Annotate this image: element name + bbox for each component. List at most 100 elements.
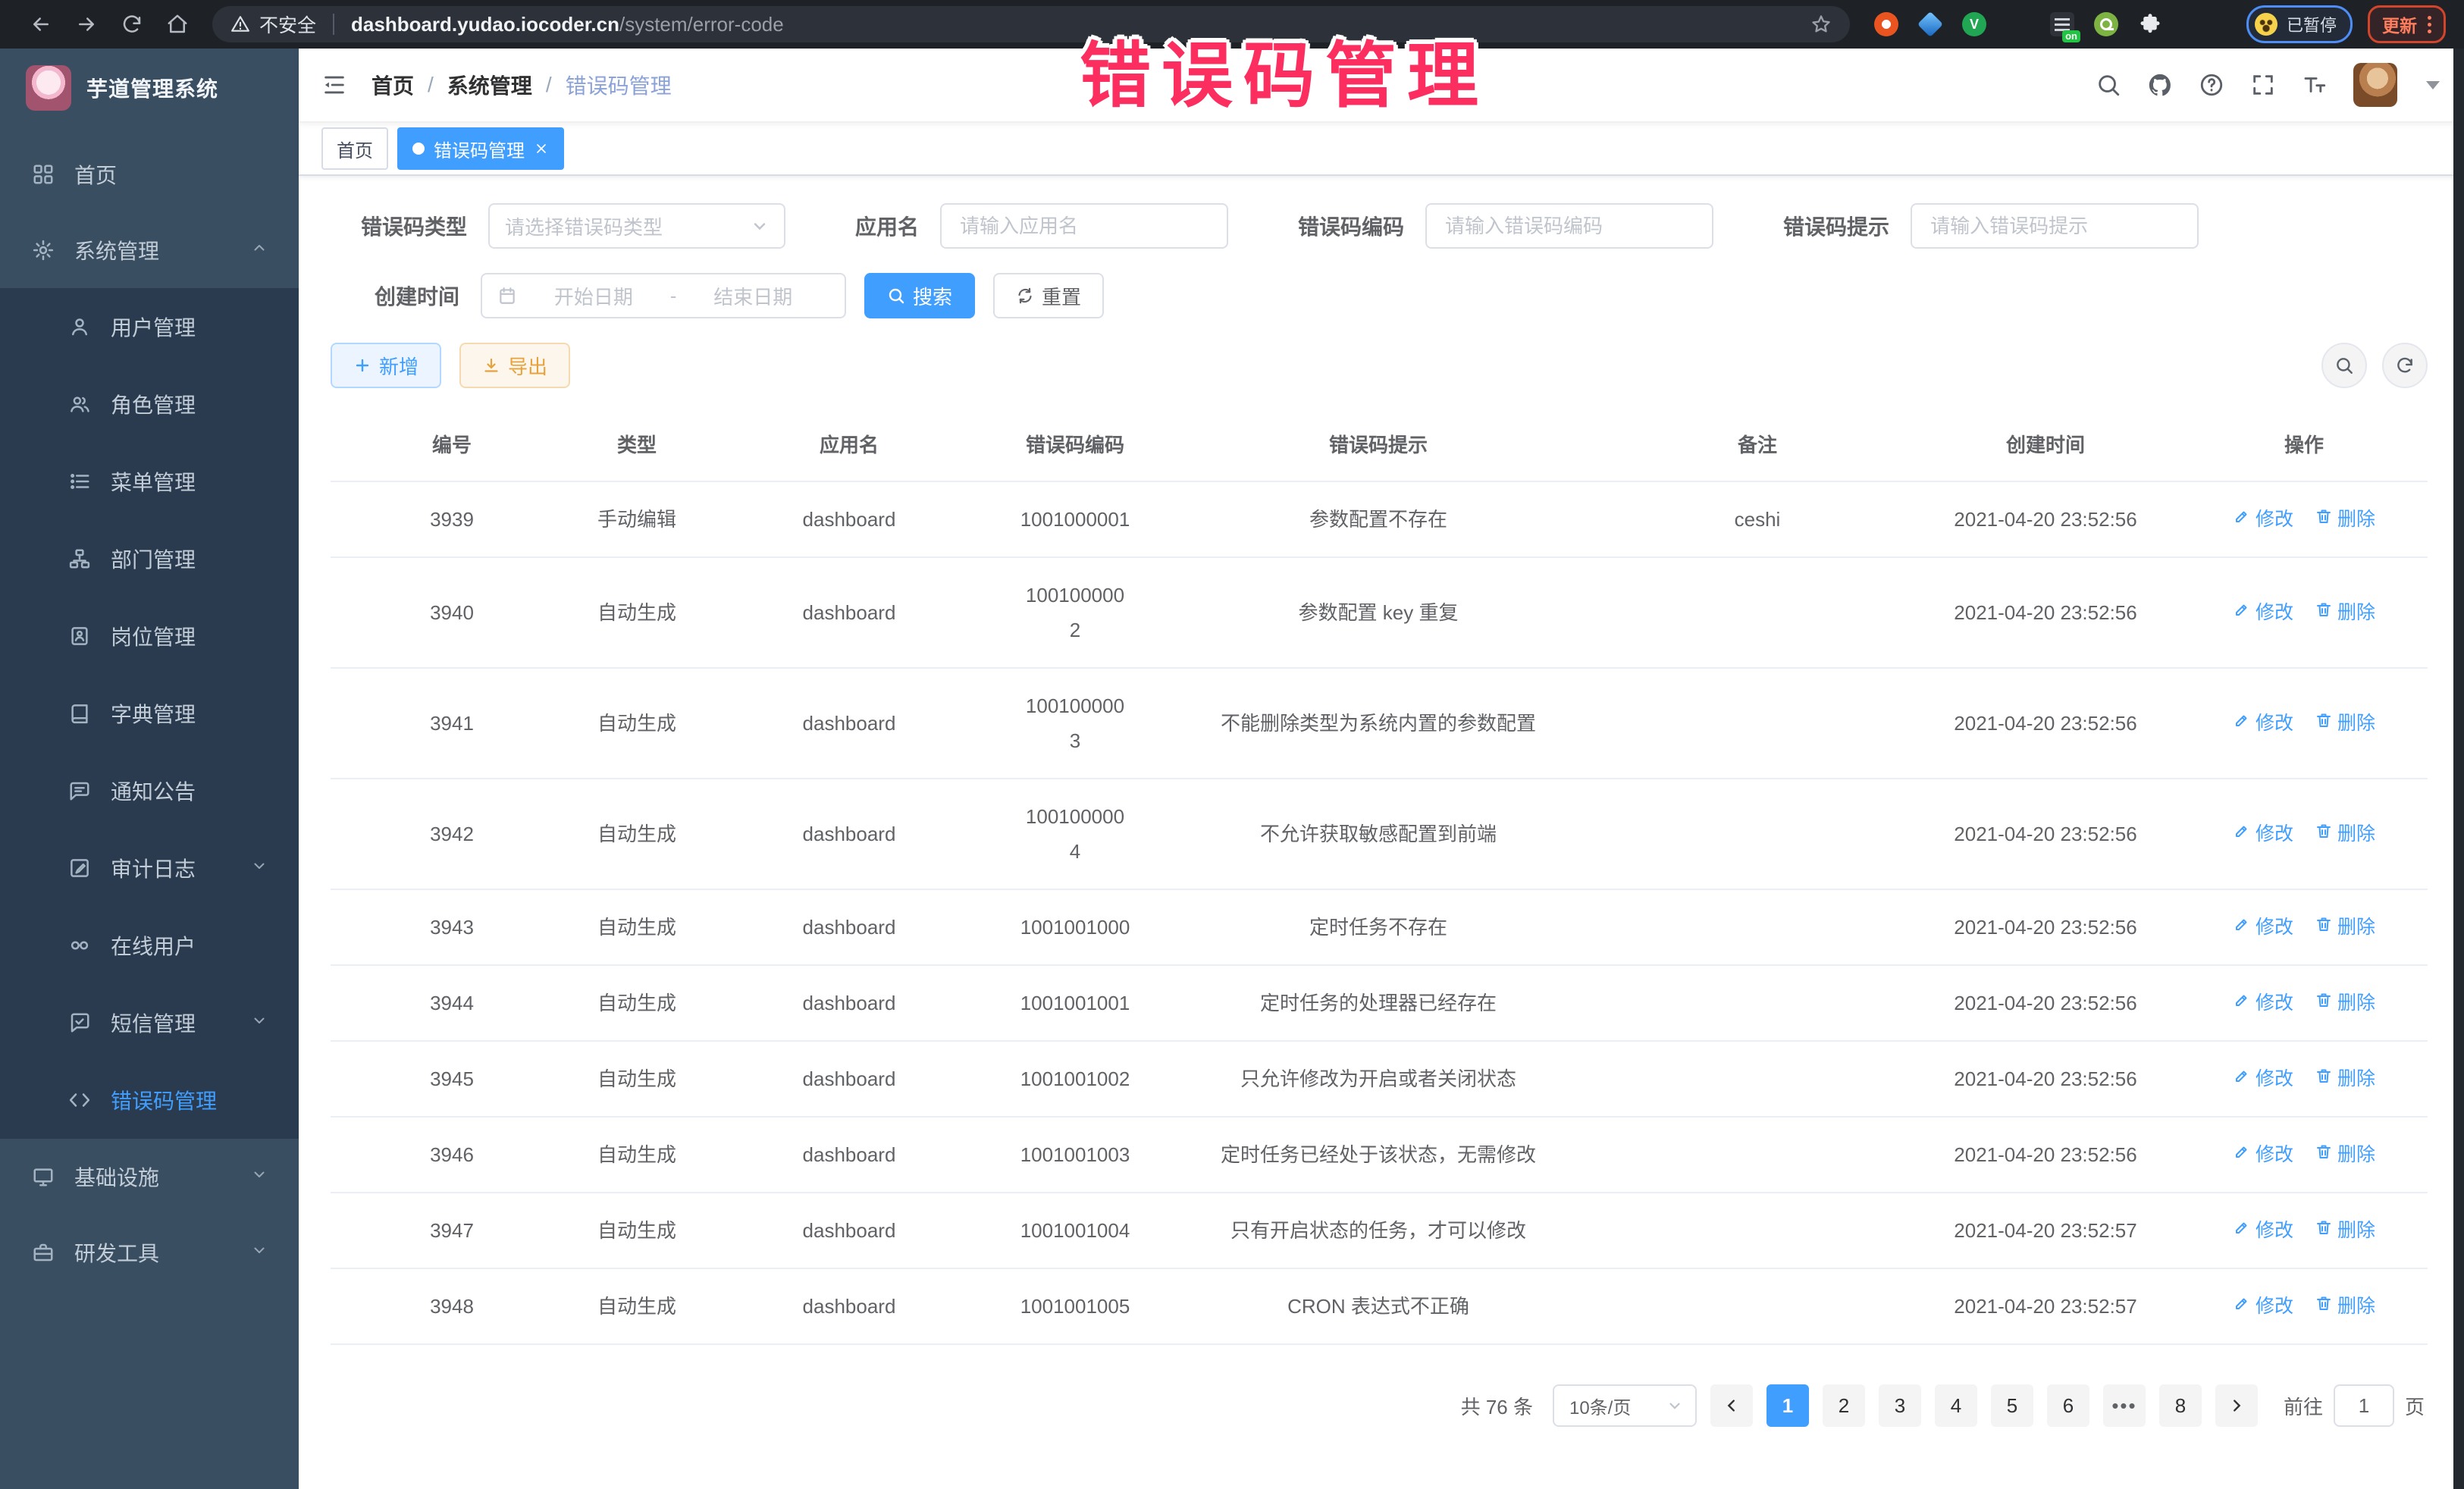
delete-button[interactable]: 删除 — [2315, 595, 2375, 630]
sidebar-item-menu[interactable]: 菜单管理 — [0, 443, 299, 520]
sidebar-item-home[interactable]: 首页 — [0, 136, 299, 212]
extension-squares-icon[interactable] — [2006, 12, 2030, 36]
cell-remark — [1604, 814, 1911, 854]
sidebar-item-role[interactable]: 角色管理 — [0, 365, 299, 443]
sidebar-item-dict[interactable]: 字典管理 — [0, 675, 299, 752]
delete-button[interactable]: 删除 — [2315, 1061, 2375, 1096]
extension-v-icon[interactable]: V — [1962, 12, 1986, 36]
paused-profile-badge[interactable]: 已暂停 — [2246, 5, 2353, 43]
app-name-input[interactable] — [940, 203, 1228, 249]
sidebar-item-dept[interactable]: 部门管理 — [0, 520, 299, 597]
edit-button[interactable]: 修改 — [2233, 910, 2293, 945]
font-size-icon[interactable] — [2302, 72, 2328, 98]
tab-home[interactable]: 首页 — [321, 127, 388, 170]
sidebar-item-sms[interactable]: 短信管理 — [0, 984, 299, 1061]
page-button-8[interactable]: 8 — [2159, 1384, 2202, 1427]
cell-operations: 修改删除 — [2180, 1269, 2428, 1343]
browser-menu-icon[interactable] — [2428, 16, 2431, 33]
page-button-3[interactable]: 3 — [1879, 1384, 1921, 1427]
sidebar-logo[interactable]: 芋道管理系统 — [0, 49, 299, 127]
browser-reload-icon[interactable] — [109, 0, 155, 49]
page-button-1[interactable]: 1 — [1766, 1384, 1809, 1427]
sidebar-item-online-user[interactable]: 在线用户 — [0, 907, 299, 984]
page-more-button[interactable]: ••• — [2103, 1384, 2146, 1427]
sidebar-item-dev-tools[interactable]: 研发工具 — [0, 1215, 299, 1290]
delete-button[interactable]: 删除 — [2315, 986, 2375, 1020]
edit-button-label: 修改 — [2256, 910, 2293, 945]
table-row: 3947自动生成dashboard1001001004只有开启状态的任务，才可以… — [331, 1193, 2428, 1269]
goto-page-input[interactable] — [2334, 1384, 2394, 1427]
extension-ubuntu-icon[interactable] — [1874, 12, 1898, 36]
page-button-4[interactable]: 4 — [1935, 1384, 1977, 1427]
help-icon[interactable] — [2199, 72, 2224, 98]
browser-home-icon[interactable] — [155, 0, 200, 49]
page-button-5[interactable]: 5 — [1991, 1384, 2033, 1427]
github-icon[interactable] — [2147, 72, 2173, 98]
cell-time: 2021-04-20 23:52:56 — [1911, 575, 2180, 650]
edit-button[interactable]: 修改 — [2233, 1137, 2293, 1172]
breadcrumb-item[interactable]: 系统管理 — [447, 70, 532, 100]
page-button-6[interactable]: 6 — [2047, 1384, 2089, 1427]
sidebar-item-post[interactable]: 岗位管理 — [0, 597, 299, 675]
extensions-puzzle-icon[interactable] — [2138, 12, 2162, 36]
sidebar-item-audit-log[interactable]: 审计日志 — [0, 829, 299, 907]
refresh-table-button[interactable] — [2382, 343, 2428, 388]
edit-icon — [2233, 1137, 2251, 1172]
prev-page-button[interactable] — [1710, 1384, 1753, 1427]
edit-button[interactable]: 修改 — [2233, 1289, 2293, 1324]
edit-button[interactable]: 修改 — [2233, 706, 2293, 741]
sidebar-item-error-code[interactable]: 错误码管理 — [0, 1061, 299, 1139]
page-size-select[interactable]: 10条/页 — [1553, 1384, 1697, 1427]
header-search-icon[interactable] — [2096, 72, 2121, 98]
sidebar-item-infra[interactable]: 基础设施 — [0, 1139, 299, 1215]
edit-button[interactable]: 修改 — [2233, 986, 2293, 1020]
breadcrumb-item: 错误码管理 — [566, 70, 672, 100]
bookmark-star-icon[interactable] — [1810, 14, 1832, 35]
next-page-button[interactable] — [2215, 1384, 2258, 1427]
extension-gem-icon[interactable] — [1918, 12, 1942, 36]
delete-button[interactable]: 删除 — [2315, 1137, 2375, 1172]
show-search-toggle-button[interactable] — [2321, 343, 2367, 388]
delete-button[interactable]: 删除 — [2315, 706, 2375, 741]
error-code-input[interactable] — [1425, 203, 1713, 249]
close-icon[interactable] — [534, 141, 549, 156]
tab-error-code[interactable]: 错误码管理 — [397, 127, 564, 170]
extension-key-icon[interactable] — [2094, 12, 2118, 36]
delete-button[interactable]: 删除 — [2315, 910, 2375, 945]
add-button[interactable]: 新增 — [331, 343, 441, 388]
edit-button[interactable]: 修改 — [2233, 502, 2293, 537]
user-menu-caret-icon[interactable] — [2426, 81, 2440, 89]
export-button[interactable]: 导出 — [459, 343, 570, 388]
sidebar-item-notice[interactable]: 通知公告 — [0, 752, 299, 829]
browser-update-button[interactable]: 更新 — [2368, 5, 2446, 43]
extension-list-icon[interactable]: on — [2050, 12, 2074, 36]
search-button[interactable]: 搜索 — [864, 273, 975, 318]
error-type-select[interactable]: 请选择错误码类型 — [488, 203, 785, 249]
sidebar-fold-icon[interactable] — [321, 72, 347, 98]
create-time-range-picker[interactable]: 开始日期 - 结束日期 — [481, 273, 846, 318]
scrollbar[interactable] — [2453, 49, 2464, 1489]
delete-button[interactable]: 删除 — [2315, 1289, 2375, 1324]
delete-button[interactable]: 删除 — [2315, 1213, 2375, 1248]
fullscreen-icon[interactable] — [2250, 72, 2276, 98]
user-avatar[interactable] — [2353, 63, 2397, 107]
edit-button[interactable]: 修改 — [2233, 1061, 2293, 1096]
delete-button[interactable]: 删除 — [2315, 502, 2375, 537]
error-hint-input[interactable] — [1911, 203, 2199, 249]
address-bar[interactable]: 不安全 dashboard.yudao.iocoder.cn /system/e… — [212, 6, 1850, 42]
cell-id: 3941 — [331, 686, 573, 760]
edit-button[interactable]: 修改 — [2233, 595, 2293, 630]
edit-button[interactable]: 修改 — [2233, 817, 2293, 851]
page-button-2[interactable]: 2 — [1823, 1384, 1865, 1427]
browser-forward-icon[interactable] — [64, 0, 109, 49]
sidebar-item-label: 角色管理 — [111, 389, 196, 419]
id-badge-icon — [68, 625, 91, 647]
browser-back-icon[interactable] — [18, 0, 64, 49]
delete-button[interactable]: 删除 — [2315, 817, 2375, 851]
edit-button[interactable]: 修改 — [2233, 1213, 2293, 1248]
sidebar-item-system[interactable]: 系统管理 — [0, 212, 299, 288]
reset-button[interactable]: 重置 — [993, 273, 1104, 318]
breadcrumb-item[interactable]: 首页 — [371, 70, 414, 100]
delete-icon — [2315, 1137, 2333, 1172]
sidebar-item-user[interactable]: 用户管理 — [0, 288, 299, 365]
